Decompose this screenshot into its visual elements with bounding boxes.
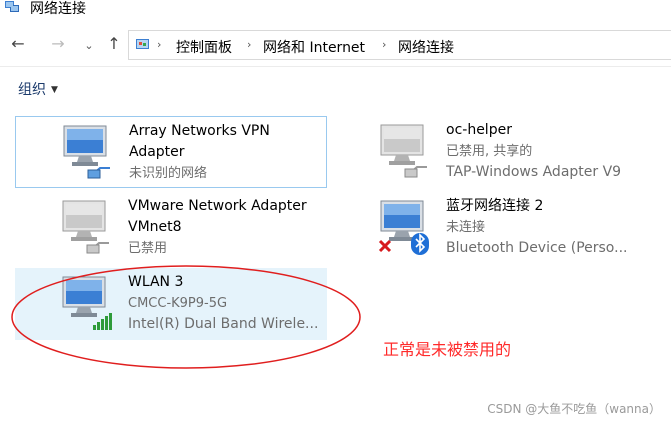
bluetooth-adapter-icon [378,200,429,255]
connection-status: 已禁用, 共享的 [446,144,533,159]
connection-text: 蓝牙网络连接 2 未连接 Bluetooth Device (Perso... [446,196,649,259]
connection-bluetooth-2[interactable]: 蓝牙网络连接 2 未连接 Bluetooth Device (Perso... [333,192,653,264]
connection-device: Bluetooth Device (Perso... [446,240,628,256]
up-arrow-icon[interactable]: ↑ [104,34,124,54]
network-connections-icon [5,1,19,12]
back-arrow-icon[interactable]: ← [8,34,28,54]
window-title: 网络连接 [30,1,86,17]
annotation-ellipse [11,265,361,369]
forward-arrow-icon[interactable]: → [48,34,68,54]
dropdown-caret-icon: ▼ [51,85,58,95]
connection-status: 未识别的网络 [129,166,208,181]
connection-oc-helper[interactable]: oc-helper 已禁用, 共享的 TAP-Windows Adapter V… [333,116,653,188]
breadcrumb-control-panel[interactable]: 控制面板 [176,37,232,57]
connection-name: 蓝牙网络连接 2 [446,198,544,214]
connection-name: VMware Network Adapter [128,198,307,214]
annotation-note: 正常是未被禁用的 [383,340,512,359]
breadcrumb-network-connections[interactable]: 网络连接 [398,37,454,57]
breadcrumb-chevron-icon[interactable]: › [247,38,251,51]
connection-text: oc-helper 已禁用, 共享的 TAP-Windows Adapter V… [446,120,649,183]
breadcrumb-chevron-icon[interactable]: › [382,38,386,51]
breadcrumb-chevron-icon[interactable]: › [157,38,161,51]
connection-status: 已禁用 [128,241,168,256]
organize-button[interactable]: 组织 ▼ [18,79,58,99]
connection-status: 未连接 [446,220,486,235]
control-panel-icon [136,39,149,49]
connection-name: oc-helper [446,122,512,138]
disabled-adapter-icon [380,124,427,178]
connection-name-continued: VMnet8 [128,219,182,235]
recent-locations-chevron-icon[interactable]: ⌄ [79,36,99,56]
network-adapter-icon [63,125,110,179]
connection-text: Array Networks VPN Adapter 未识别的网络 [129,121,322,184]
connection-text: VMware Network Adapter VMnet8 已禁用 [128,196,323,259]
watermark: CSDN @大鱼不吃鱼（wanna） [487,402,661,416]
navigation-bar: ← → ⌄ ↑ › 控制面板 › 网络和 Internet › 网络连接 [0,28,671,64]
title-bar: 网络连接 [0,0,671,20]
breadcrumb-network-internet[interactable]: 网络和 Internet [263,37,365,57]
connection-name: Array Networks VPN [129,123,270,139]
connection-array-networks-vpn[interactable]: Array Networks VPN Adapter 未识别的网络 [15,116,327,188]
address-bar[interactable]: › 控制面板 › 网络和 Internet › 网络连接 [128,30,671,60]
connection-device: TAP-Windows Adapter V9 [446,164,622,180]
organize-label: 组织 [18,82,46,98]
command-bar: 组织 ▼ [0,66,671,111]
disabled-adapter-icon [62,200,109,254]
connection-name-continued: Adapter [129,144,185,160]
connection-vmware-vmnet8[interactable]: VMware Network Adapter VMnet8 已禁用 [15,192,327,264]
